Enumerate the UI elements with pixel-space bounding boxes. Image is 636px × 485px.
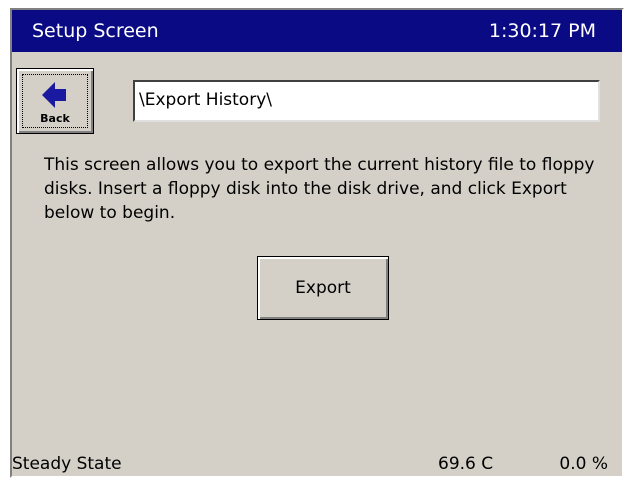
arrow-left-icon [42,82,66,108]
setup-screen-window: Setup Screen 1:30:17 PM Back \Export His… [10,8,624,478]
back-button-label: Back [40,112,70,125]
title-bar: Setup Screen 1:30:17 PM [12,10,622,52]
export-button-label: Export [295,278,351,298]
status-percent: 0.0 % [559,454,608,474]
status-temperature: 69.6 C [438,454,494,474]
screen-title: Setup Screen [32,20,159,42]
clock: 1:30:17 PM [488,20,596,42]
back-button[interactable]: Back [16,68,94,134]
status-bar: Steady State 69.6 C 0.0 % [12,450,622,476]
path-field: \Export History\ [133,80,600,122]
status-state: Steady State [12,454,122,474]
description-text: This screen allows you to export the cur… [44,155,595,223]
export-button[interactable]: Export [257,256,389,320]
